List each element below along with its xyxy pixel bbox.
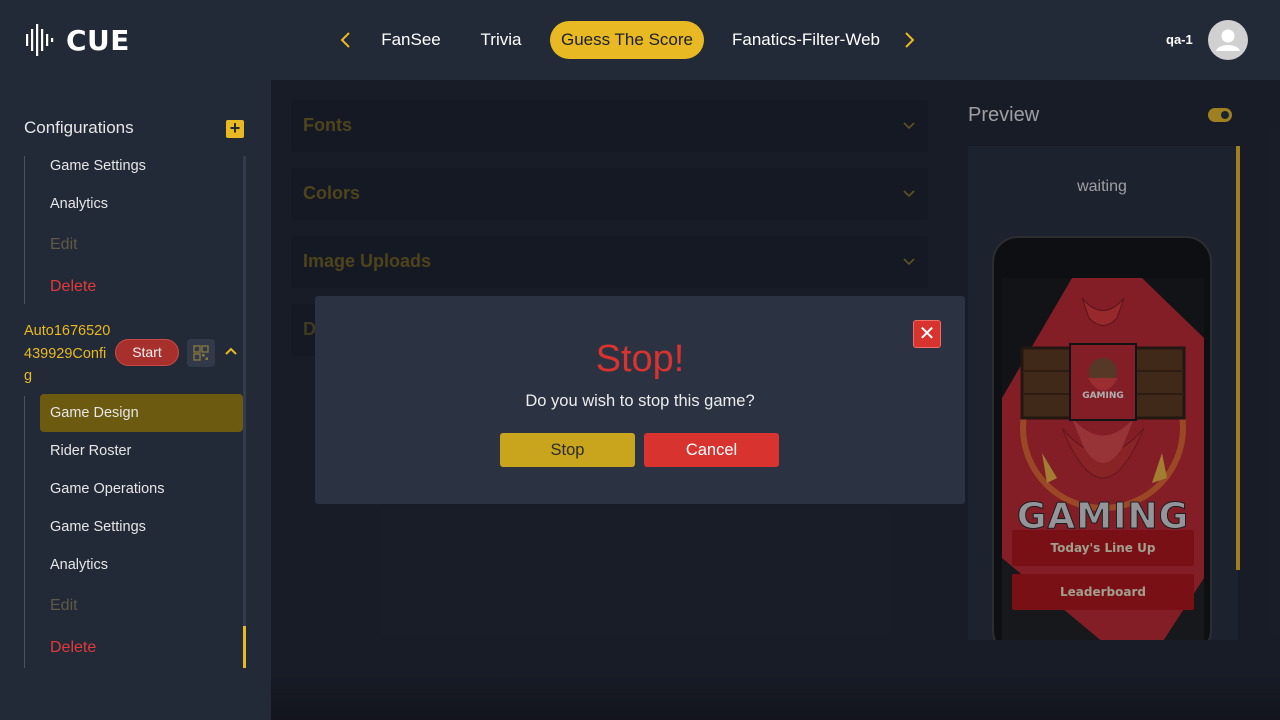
user-avatar-icon[interactable]: [1208, 20, 1248, 60]
sidebar-item-game-design[interactable]: Game Design: [40, 394, 243, 432]
dialog-title: Stop!: [595, 338, 685, 380]
tree-line: [24, 156, 25, 304]
sidebar-scroll-thumb[interactable]: [243, 626, 246, 668]
sidebar-item-edit[interactable]: Edit: [50, 236, 78, 254]
tab-guess-the-score[interactable]: Guess The Score: [550, 21, 704, 59]
logo-text: CUE: [66, 23, 130, 57]
logo-mark-icon: [26, 24, 54, 56]
stop-game-dialog: ✕ Stop! Do you wish to stop this game? S…: [315, 296, 965, 504]
configurations-sidebar: Configurations + Game Settings Analytics…: [0, 80, 271, 720]
stop-button[interactable]: Stop: [500, 433, 635, 467]
sidebar-title: Configurations: [24, 118, 134, 137]
sidebar-item-delete-2[interactable]: Delete: [50, 639, 96, 657]
sidebar-item-game-settings-2[interactable]: Game Settings: [50, 519, 146, 535]
add-configuration-button[interactable]: +: [226, 119, 244, 138]
dialog-message: Do you wish to stop this game?: [525, 392, 755, 410]
sidebar-item-delete[interactable]: Delete: [50, 278, 96, 296]
app-logo[interactable]: CUE: [24, 22, 130, 58]
start-game-button[interactable]: Start: [115, 339, 179, 366]
tree-line: [24, 396, 25, 668]
configuration-name[interactable]: Auto1676520439929Config: [24, 320, 114, 388]
tab-trivia[interactable]: Trivia: [470, 21, 532, 59]
username-label: qa-1: [1166, 32, 1193, 47]
nav-prev-icon[interactable]: [334, 28, 358, 52]
sidebar-scrollbar[interactable]: [243, 156, 246, 668]
sidebar-item-game-operations[interactable]: Game Operations: [50, 481, 164, 497]
cancel-button[interactable]: Cancel: [644, 433, 779, 467]
sidebar-item-analytics[interactable]: Analytics: [50, 196, 108, 212]
sidebar-item-analytics-2[interactable]: Analytics: [50, 557, 108, 573]
sidebar-item-edit-2[interactable]: Edit: [50, 597, 78, 615]
qr-code-button[interactable]: [187, 339, 215, 367]
top-header: CUE FanSee Trivia Guess The Score Fanati…: [0, 0, 1280, 80]
sidebar-item-rider-roster[interactable]: Rider Roster: [50, 443, 131, 459]
qr-code-icon: [193, 345, 209, 361]
tab-fansee[interactable]: FanSee: [372, 21, 450, 59]
collapse-chevron-up-icon[interactable]: [222, 342, 240, 360]
nav-next-icon[interactable]: [897, 28, 921, 52]
sidebar-item-game-settings[interactable]: Game Settings: [50, 158, 146, 174]
tab-fanatics-filter-web[interactable]: Fanatics-Filter-Web: [722, 21, 890, 59]
